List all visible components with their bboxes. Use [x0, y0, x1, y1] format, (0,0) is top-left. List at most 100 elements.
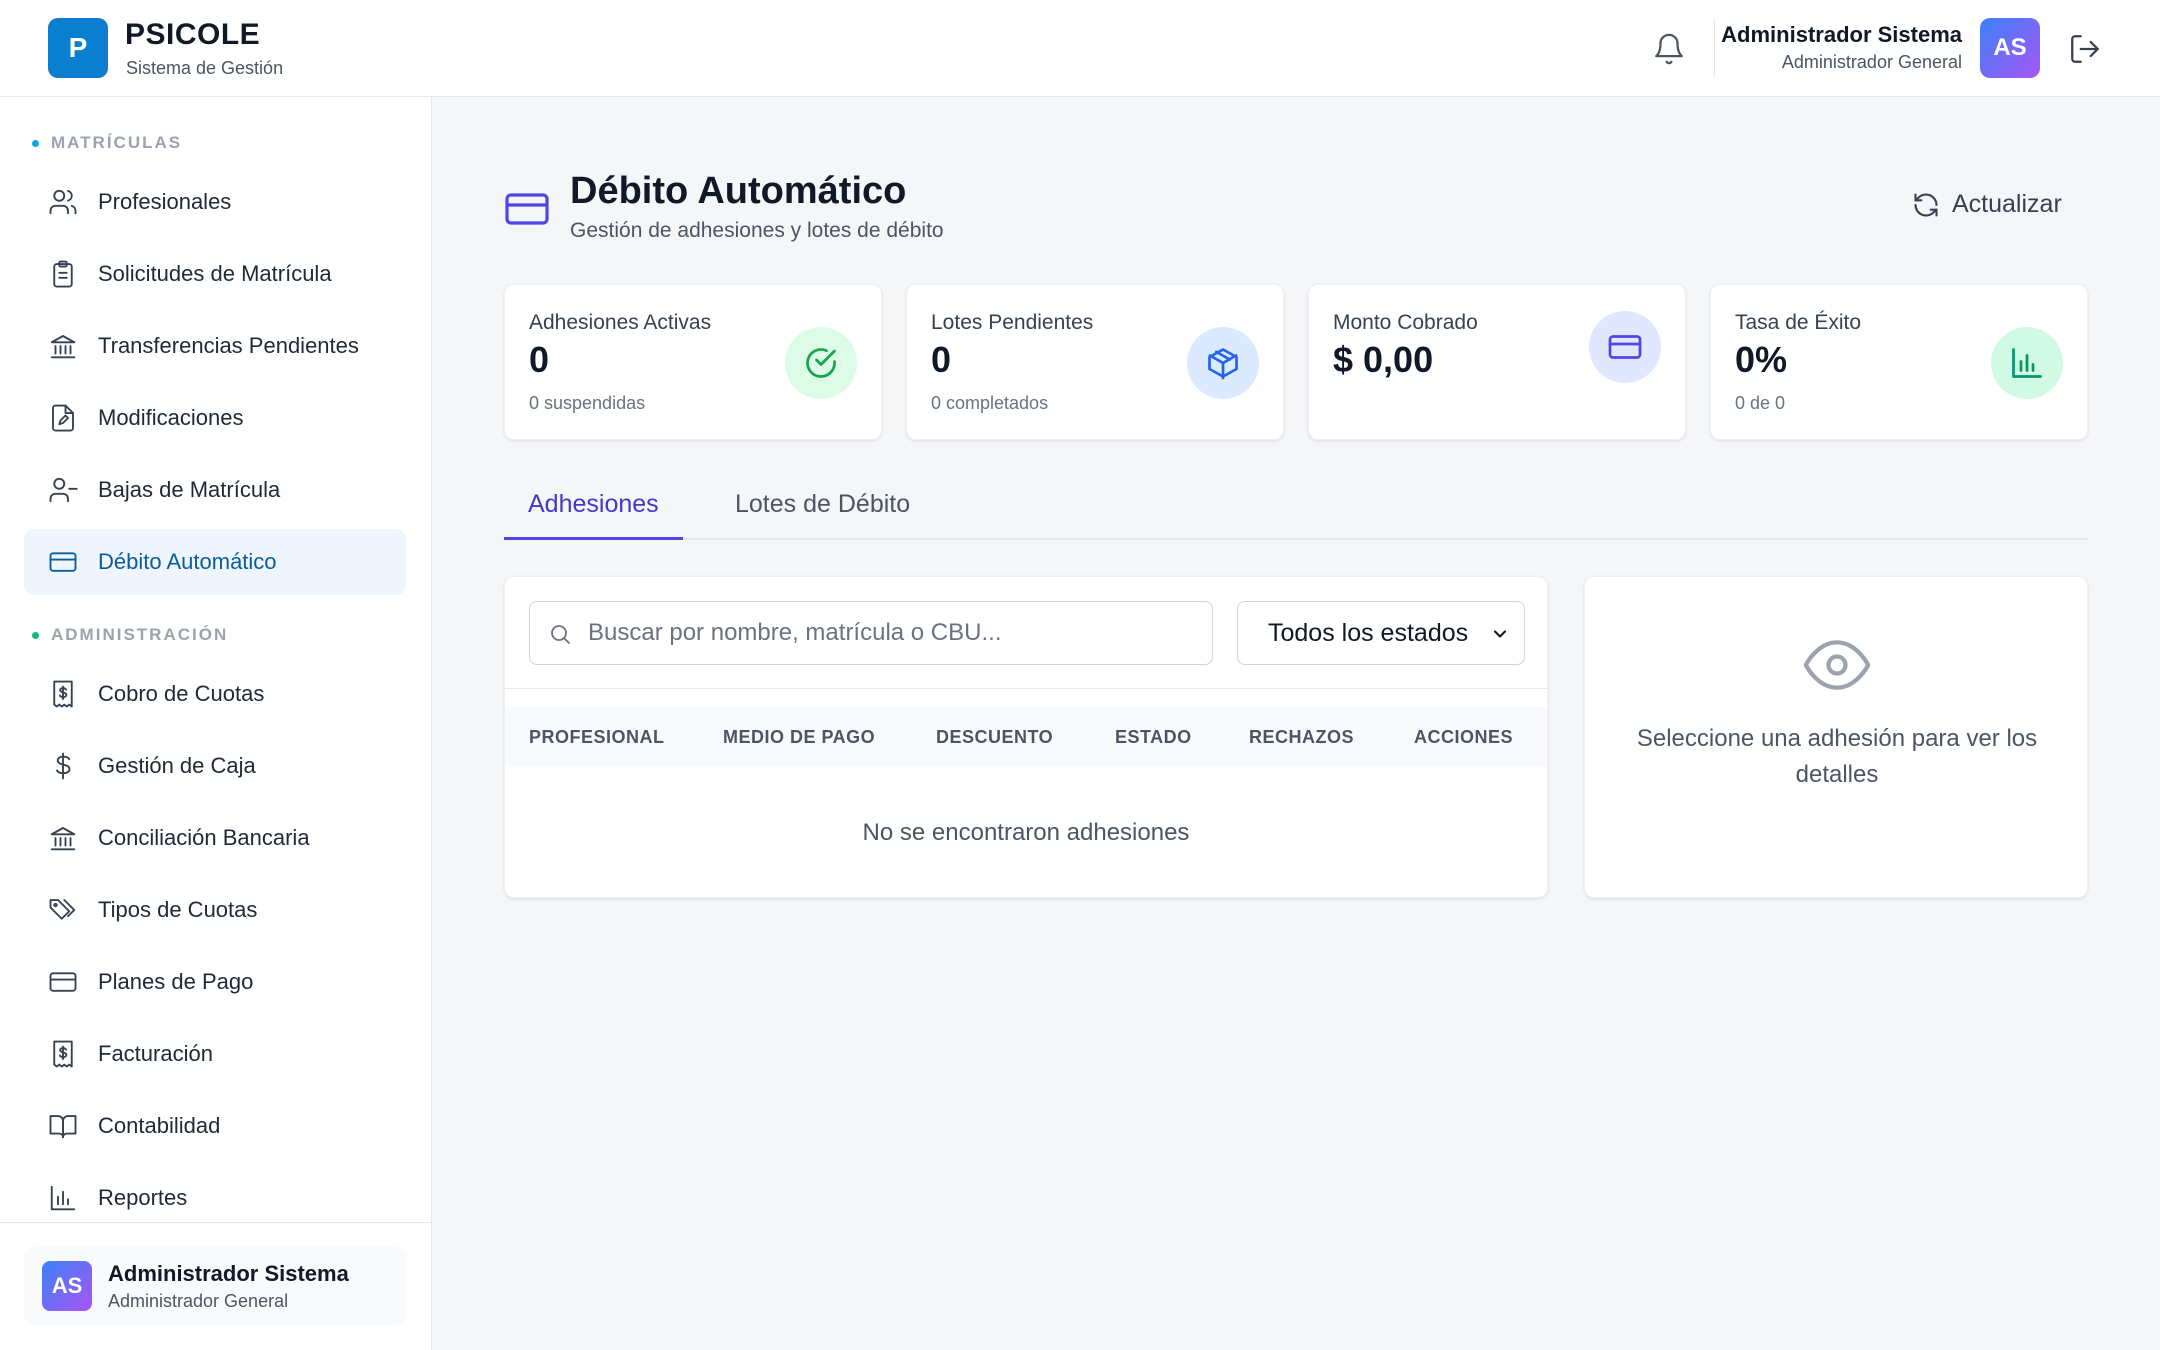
stat-sub: 0 de 0: [1735, 393, 1786, 413]
stat-card-monto-cobrado: Monto Cobrado $ 0,00: [1308, 284, 1686, 440]
sidebar-item-debito-automatico[interactable]: Débito Automático: [24, 529, 406, 595]
header-avatar[interactable]: AS: [1980, 18, 2040, 78]
sidebar-item-profesionales[interactable]: Profesionales: [24, 169, 406, 235]
header-user-name: Administrador Sistema: [1721, 22, 1962, 47]
sidebar-item-label: Contabilidad: [98, 1113, 221, 1138]
column-header: MEDIO DE PAGO: [723, 727, 876, 747]
column-header: ACCIONES: [1414, 727, 1514, 747]
sidebar-item-label: Planes de Pago: [98, 969, 254, 994]
stat-label: Monto Cobrado: [1333, 311, 1478, 334]
sidebar-item-label: Tipos de Cuotas: [98, 897, 258, 922]
stat-card-adhesiones-activas: Adhesiones Activas 0 0 suspendidas: [504, 284, 882, 440]
sidebar-item-label: Conciliación Bancaria: [98, 825, 310, 850]
sidebar-item-label: Solicitudes de Matrícula: [98, 261, 332, 286]
sidebar-item-planes-pago[interactable]: Planes de Pago: [24, 949, 406, 1015]
page-subtitle: Gestión de adhesiones y lotes de débito: [570, 219, 944, 242]
sidebar-item-label: Reportes: [98, 1185, 188, 1210]
user-minus-icon: [49, 477, 78, 503]
stat-value: 0: [529, 339, 550, 380]
logout-icon[interactable]: [2068, 32, 2102, 66]
stat-icon-wrap: [1991, 327, 2063, 399]
chevron-down-icon: [1493, 630, 1507, 638]
sidebar-item-label: Cobro de Cuotas: [98, 681, 265, 706]
section-dot: [32, 631, 39, 639]
sidebar-item-contabilidad[interactable]: Contabilidad: [24, 1093, 406, 1159]
empty-state-message: No se encontraron adhesiones: [862, 819, 1190, 846]
eye-icon: [1803, 640, 1871, 690]
top-header: P PSICOLE Sistema de Gestión Administrad…: [0, 0, 2160, 97]
header-user-role: Administrador General: [1781, 52, 1962, 72]
stat-value: 0%: [1735, 339, 1788, 380]
avatar: AS: [42, 1261, 92, 1311]
stat-icon-wrap: [1187, 327, 1259, 399]
sidebar-item-tipos-cuotas[interactable]: Tipos de Cuotas: [24, 877, 406, 943]
sidebar-item-gestion-caja[interactable]: Gestión de Caja: [24, 733, 406, 799]
sidebar: MATRÍCULAS Profesionales Solicitudes de …: [0, 97, 432, 1350]
sidebar-item-label: Modificaciones: [98, 405, 244, 430]
status-filter-select[interactable]: Todos los estados: [1237, 601, 1525, 665]
sidebar-user-role: Administrador General: [108, 1291, 289, 1311]
stat-value: $ 0,00: [1333, 339, 1434, 380]
clipboard-icon: [53, 260, 73, 288]
tags-icon: [49, 899, 76, 920]
status-filter-value: Todos los estados: [1268, 618, 1469, 647]
sidebar-user-name: Administrador Sistema: [108, 1261, 349, 1286]
section-title-matriculas: MATRÍCULAS: [32, 133, 182, 153]
search-field[interactable]: [529, 601, 1213, 665]
sidebar-item-conciliacion[interactable]: Conciliación Bancaria: [24, 805, 406, 871]
tab-adhesiones[interactable]: Adhesiones: [504, 490, 683, 540]
header-divider: [1714, 18, 1715, 78]
stat-icon-wrap: [785, 327, 857, 399]
sidebar-item-solicitudes[interactable]: Solicitudes de Matrícula: [24, 241, 406, 307]
stat-value: 0: [931, 339, 952, 380]
sidebar-user-card[interactable]: AS Administrador Sistema Administrador G…: [24, 1247, 406, 1325]
stat-card-lotes-pendientes: Lotes Pendientes 0 0 completados: [906, 284, 1284, 440]
tab-lotes-debito[interactable]: Lotes de Débito: [735, 490, 910, 540]
credit-card-icon: [49, 552, 77, 572]
app-subtitle: Sistema de Gestión: [126, 58, 284, 78]
sidebar-item-facturacion[interactable]: Facturación: [24, 1021, 406, 1087]
refresh-button[interactable]: Actualizar: [1912, 190, 2062, 219]
section-title-text: ADMINISTRACIÓN: [51, 625, 229, 644]
book-icon: [49, 1115, 77, 1139]
detail-empty-message: Seleccione una adhesión para ver los det…: [1636, 725, 2038, 788]
column-header: ESTADO: [1115, 727, 1192, 747]
package-icon: [1208, 348, 1238, 380]
sidebar-footer: AS Administrador Sistema Administrador G…: [0, 1222, 431, 1350]
bell-icon[interactable]: [1652, 32, 1686, 66]
stat-card-tasa-exito: Tasa de Éxito 0% 0 de 0: [1710, 284, 2088, 440]
receipt-icon: [53, 680, 73, 708]
column-header: DESCUENTO: [936, 727, 1054, 747]
stat-label: Tasa de Éxito: [1735, 311, 1862, 334]
section-dot: [32, 139, 39, 147]
check-circle-icon: [806, 348, 836, 378]
file-edit-icon: [52, 404, 74, 432]
column-header: RECHAZOS: [1249, 727, 1355, 747]
stat-sub: 0 completados: [931, 393, 1049, 413]
sidebar-item-transferencias[interactable]: Transferencias Pendientes: [24, 313, 406, 379]
sidebar-item-cobro-cuotas[interactable]: Cobro de Cuotas: [24, 661, 406, 727]
bar-chart-icon: [50, 1185, 76, 1211]
search-icon: [551, 625, 570, 644]
stat-icon-wrap: [1589, 311, 1661, 383]
bank-icon: [50, 335, 76, 359]
sidebar-item-label: Profesionales: [98, 189, 232, 214]
app-logo: P: [48, 18, 108, 78]
refresh-label: Actualizar: [1952, 190, 2062, 218]
page-title: Débito Automático: [570, 170, 907, 212]
section-title-administracion: ADMINISTRACIÓN: [32, 625, 228, 645]
search-input[interactable]: [588, 602, 1198, 664]
stat-label: Adhesiones Activas: [529, 311, 712, 334]
detail-panel: Seleccione una adhesión para ver los det…: [1584, 576, 2088, 898]
sidebar-item-bajas[interactable]: Bajas de Matrícula: [24, 457, 406, 523]
credit-card-icon: [49, 972, 77, 992]
sidebar-item-label: Transferencias Pendientes: [98, 333, 359, 358]
stat-label: Lotes Pendientes: [931, 311, 1094, 334]
table-header: PROFESIONAL MEDIO DE PAGO DESCUENTO ESTA…: [505, 707, 1547, 767]
panel-divider: [505, 688, 1547, 689]
sidebar-item-label: Débito Automático: [98, 549, 277, 574]
stat-sub: 0 suspendidas: [529, 393, 646, 413]
credit-card-icon: [505, 193, 549, 225]
sidebar-item-modificaciones[interactable]: Modificaciones: [24, 385, 406, 451]
sidebar-item-label: Bajas de Matrícula: [98, 477, 281, 502]
